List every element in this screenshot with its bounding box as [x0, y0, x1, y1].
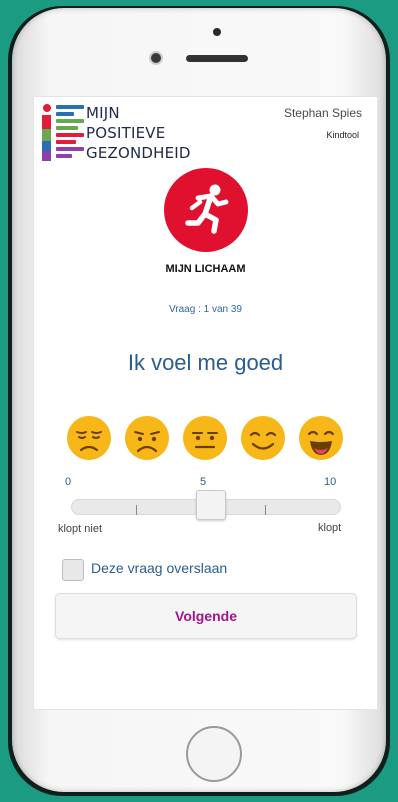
very-sad-face-icon[interactable]	[66, 415, 112, 461]
slider-thumb[interactable]	[196, 490, 226, 520]
slider-mid-label: 5	[200, 476, 207, 488]
logo-line-1: MIJN	[86, 104, 120, 122]
emoji-scale	[66, 415, 346, 465]
earpiece-speaker	[186, 55, 248, 62]
sensor-dot	[213, 28, 221, 36]
app-logo: MIJN POSITIEVE GEZONDHEID	[40, 103, 200, 163]
slider-right-caption: klopt	[318, 522, 342, 534]
sad-face-icon[interactable]	[124, 415, 170, 461]
question-counter: Vraag : 1 van 39	[168, 304, 242, 315]
smiling-face-icon[interactable]	[240, 415, 286, 461]
slider-min-label: 0	[65, 476, 72, 488]
logo-line-3: GEZONDHEID	[86, 144, 191, 162]
logo-bars	[40, 103, 52, 161]
front-camera	[151, 53, 161, 63]
question-text: Ik voel me goed	[127, 350, 284, 375]
neutral-face-icon[interactable]	[182, 415, 228, 461]
category-badge	[164, 168, 248, 252]
slider-tick	[265, 505, 266, 515]
user-role: Kindtool	[326, 130, 359, 140]
skip-checkbox[interactable]	[62, 559, 84, 581]
slider-max-label: 10	[324, 476, 337, 488]
laughing-face-icon[interactable]	[298, 415, 344, 461]
next-button[interactable]: Volgende	[55, 593, 357, 639]
home-button[interactable]	[186, 726, 242, 782]
running-person-icon	[185, 184, 229, 234]
slider-left-caption: klopt niet	[57, 523, 103, 535]
logo-line-2: POSITIEVE	[86, 124, 166, 142]
logo-kind-mark	[56, 103, 86, 161]
user-name: Stephan Spies	[283, 106, 362, 120]
app-screen: MIJN POSITIEVE GEZONDHEID Stephan Spies …	[33, 96, 378, 710]
slider-tick	[136, 505, 137, 515]
category-title: MIJN LICHAAM	[165, 263, 246, 275]
logo-text: MIJN POSITIEVE GEZONDHEID	[86, 103, 191, 163]
skip-label[interactable]: Deze vraag overslaan	[91, 560, 227, 576]
